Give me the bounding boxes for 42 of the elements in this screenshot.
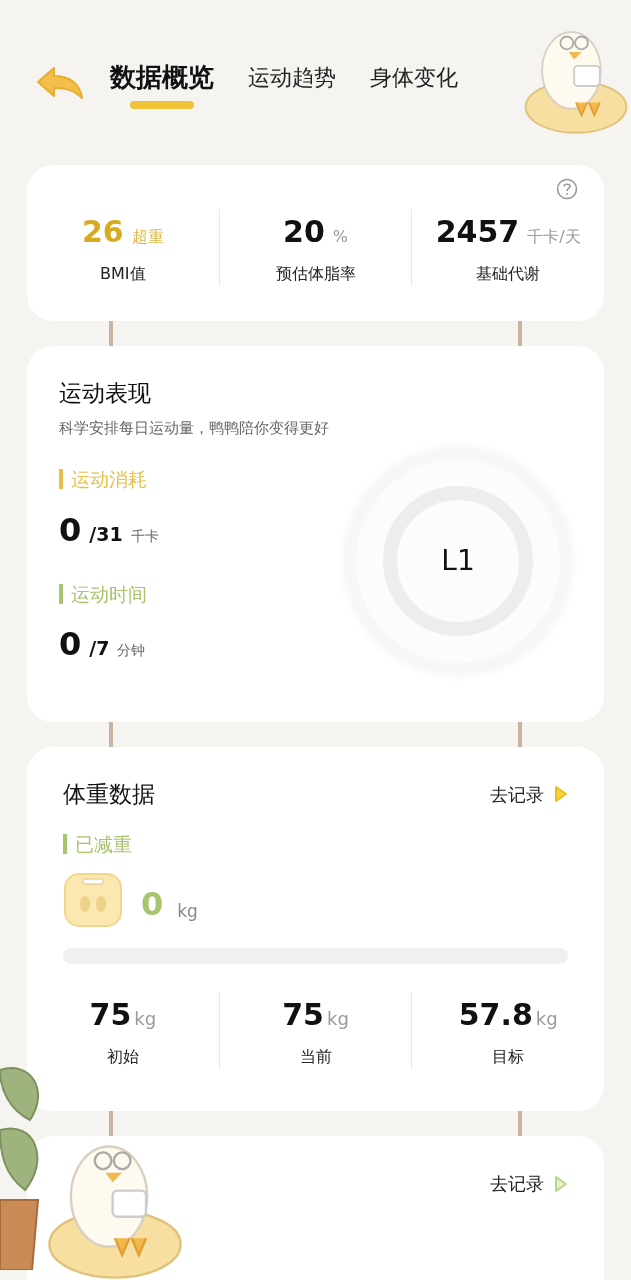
weight-value: 75 — [282, 996, 324, 1034]
metric-label: 运动时间 — [71, 581, 147, 607]
stat-value: 2457 — [435, 212, 520, 251]
metric-target: /31 — [89, 521, 123, 547]
lost-label: 已减重 — [75, 831, 132, 857]
lost-unit: kg — [177, 899, 198, 923]
card-subtitle: 科学安排每日运动量，鸭鸭陪你变得更好 — [59, 417, 330, 439]
weight-unit: kg — [326, 1007, 349, 1031]
play-icon — [554, 785, 568, 804]
weight-label: 初始 — [106, 1046, 139, 1068]
weight-label: 当前 — [299, 1046, 332, 1068]
weight-unit: kg — [535, 1007, 558, 1031]
weight-label: 目标 — [492, 1046, 525, 1068]
record-link[interactable]: 去记录 — [490, 1170, 568, 1197]
metric-label: 运动消耗 — [71, 467, 147, 492]
weight-unit: kg — [134, 1007, 157, 1031]
help-icon[interactable] — [556, 178, 578, 200]
stat-value: 20 — [283, 212, 325, 251]
stat-label: 基础代谢 — [476, 262, 541, 285]
metric-unit: 千卡 — [130, 526, 159, 546]
scale-icon — [63, 872, 123, 928]
stat-label: BMI值 — [100, 262, 146, 285]
card-title: 运动表现 — [59, 379, 152, 408]
tab[interactable]: 身体变化 — [370, 58, 458, 109]
metric-target: /7 — [89, 636, 110, 661]
play-icon — [554, 1174, 568, 1193]
stat-label: 预估体脂率 — [275, 262, 356, 285]
record-link[interactable]: 去记录 — [490, 780, 568, 808]
tab[interactable]: 数据概览 — [110, 58, 214, 109]
stat-value: 26 — [81, 212, 124, 251]
metric-value: 0 — [59, 509, 82, 551]
level-label: L1 — [441, 543, 475, 579]
stat-unit: 千卡/天 — [527, 225, 581, 248]
tab[interactable]: 运动趋势 — [248, 58, 336, 109]
lost-value: 0 — [141, 884, 164, 925]
metric-unit: 分钟 — [117, 641, 146, 660]
stat-unit: % — [332, 225, 348, 248]
stat-unit: 超重 — [131, 225, 164, 248]
card-title: 体重数据 — [63, 780, 155, 809]
weight-value: 75 — [89, 996, 132, 1034]
metric-value: 0 — [59, 624, 82, 665]
weight-value: 57.8 — [458, 996, 533, 1034]
